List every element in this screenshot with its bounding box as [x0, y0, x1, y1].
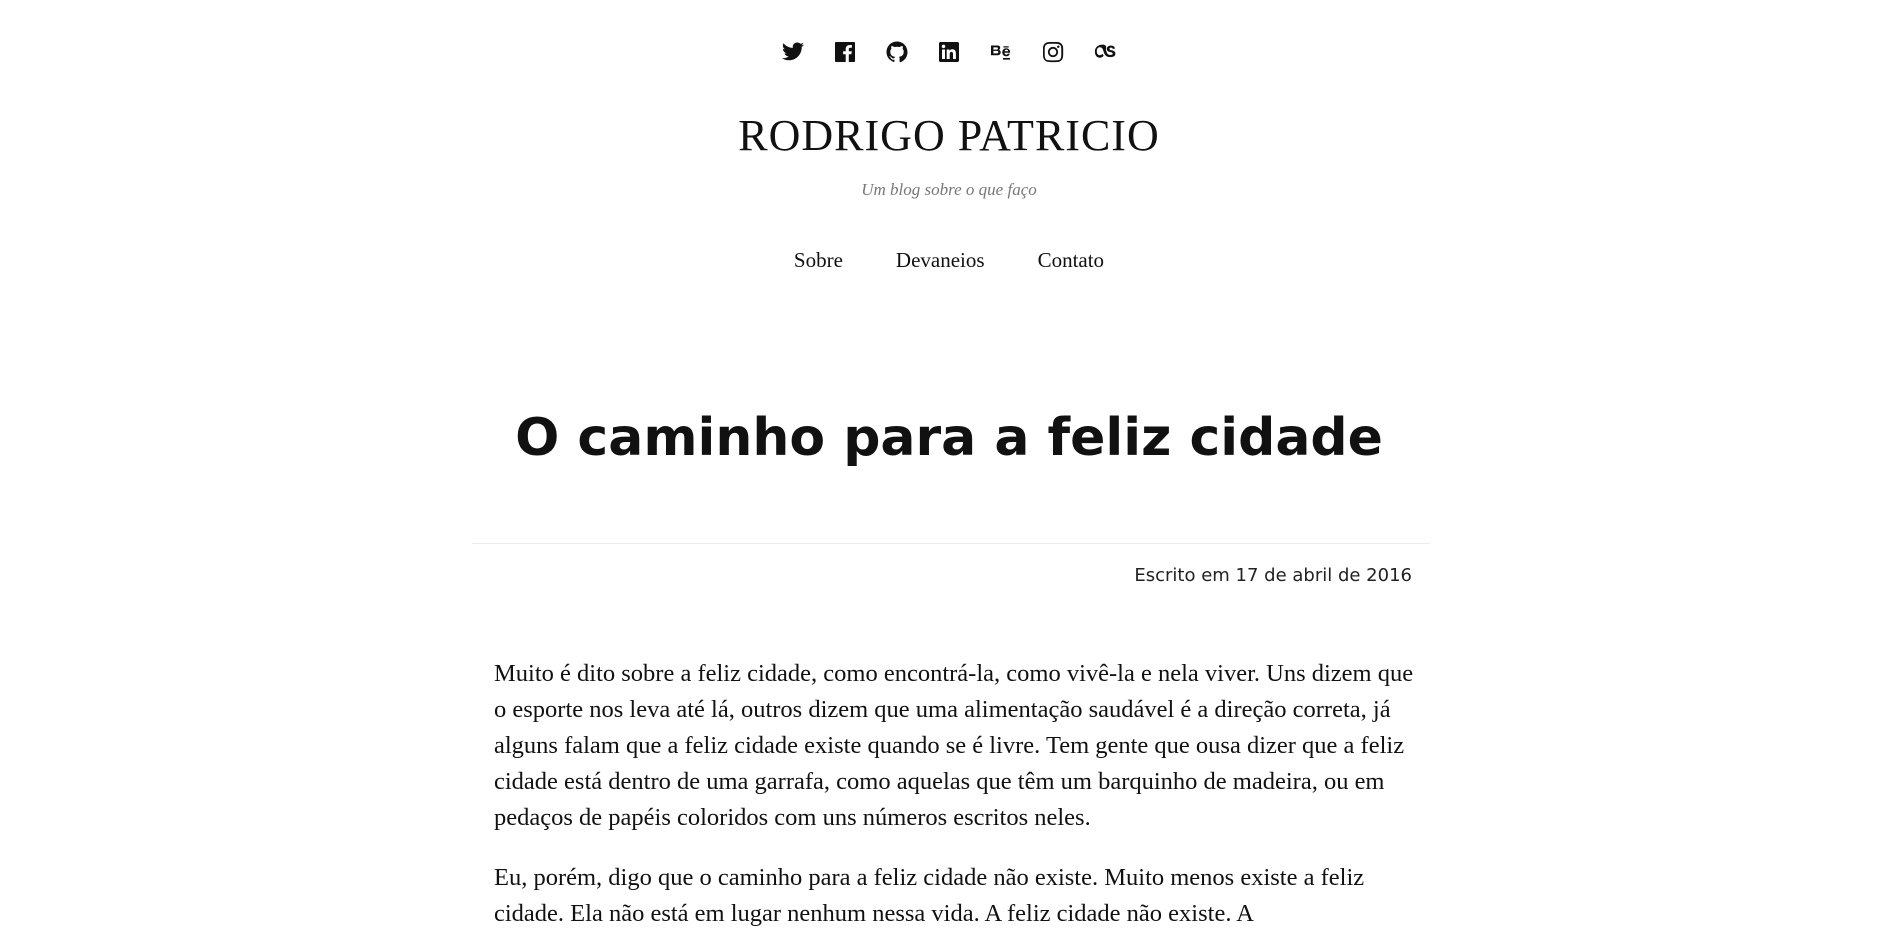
github-icon	[886, 41, 908, 63]
social-links	[0, 40, 1898, 64]
twitter-icon	[782, 42, 804, 61]
instagram-link[interactable]	[1041, 40, 1065, 64]
nav-item-devaneios[interactable]: Devaneios	[896, 248, 985, 273]
site-title[interactable]: RODRIGO PATRICIO	[0, 110, 1898, 161]
twitter-link[interactable]	[781, 40, 805, 64]
facebook-link[interactable]	[833, 40, 857, 64]
post-body: Muito é dito sobre a feliz cidade, como …	[494, 656, 1414, 950]
post-paragraph: Eu, porém, digo que o caminho para a fel…	[494, 864, 1365, 927]
instagram-icon	[1043, 42, 1064, 63]
divider	[472, 543, 1430, 544]
post-title: O caminho para a feliz cidade	[515, 408, 1383, 468]
post-date: Escrito em 17 de abril de 2016	[1134, 565, 1412, 586]
linkedin-icon	[939, 42, 959, 62]
nav-item-sobre[interactable]: Sobre	[794, 248, 843, 273]
lastfm-icon	[1094, 44, 1116, 58]
behance-icon	[991, 45, 1011, 60]
github-link[interactable]	[885, 40, 909, 64]
lastfm-link[interactable]	[1093, 40, 1117, 64]
site-tagline: Um blog sobre o que faço	[861, 180, 1037, 199]
nav-item-contato[interactable]: Contato	[1038, 248, 1105, 273]
linkedin-link[interactable]	[937, 40, 961, 64]
post-paragraph: Muito é dito sobre a feliz cidade, como …	[494, 660, 1414, 831]
behance-link[interactable]	[989, 40, 1013, 64]
facebook-icon	[835, 42, 855, 62]
main-nav: Sobre Devaneios Contato	[0, 248, 1898, 273]
page: RODRIGO PATRICIO Um blog sobre o que faç…	[0, 0, 1898, 950]
